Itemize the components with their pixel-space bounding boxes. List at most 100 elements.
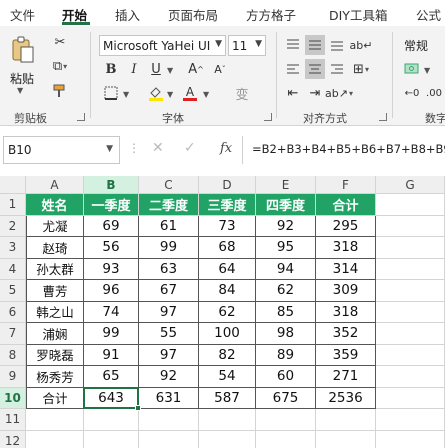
cell-D7[interactable]: 100	[199, 323, 256, 345]
cell-A8[interactable]: 罗晓磊	[26, 344, 84, 366]
row-header-10[interactable]: 10	[0, 387, 26, 409]
cell-A11[interactable]	[26, 409, 84, 431]
cell-E9[interactable]: 60	[256, 366, 316, 388]
cell-F6[interactable]: 318	[316, 301, 376, 323]
grow-font-button[interactable]: A ^	[186, 59, 206, 79]
cell-E3[interactable]: 95	[256, 237, 316, 259]
copy-icon[interactable]: ⧉ ▾	[50, 56, 70, 76]
font-color-icon[interactable]: A	[180, 83, 200, 103]
cell-F4[interactable]: 314	[316, 258, 376, 280]
cell-D2[interactable]: 73	[199, 215, 256, 237]
cell-C11[interactable]	[139, 409, 199, 431]
cell-C4[interactable]: 63	[139, 258, 199, 280]
cell-A4[interactable]: 孙太群	[26, 258, 84, 280]
fill-color-dropdown-icon[interactable]: ▼	[167, 90, 173, 99]
cell-F3[interactable]: 318	[316, 237, 376, 259]
row-header-1[interactable]: 1	[0, 194, 26, 216]
cell-B10[interactable]: 643	[84, 387, 139, 409]
cell-A6[interactable]: 韩之山	[26, 301, 84, 323]
formula-input[interactable]: =B2+B3+B4+B5+B6+B7+B8+B9	[252, 142, 445, 156]
cell-G3[interactable]	[376, 237, 445, 259]
borders-icon[interactable]	[101, 83, 121, 103]
cell-G4[interactable]	[376, 258, 445, 280]
cell-G6[interactable]	[376, 301, 445, 323]
cell-F10[interactable]: 2536	[316, 387, 376, 409]
paste-button[interactable]	[8, 32, 38, 68]
enter-icon[interactable]: ✓	[184, 140, 196, 156]
cell-C5[interactable]: 67	[139, 280, 199, 302]
cell-D12[interactable]	[199, 430, 256, 448]
borders-dropdown-icon[interactable]: ▼	[123, 90, 129, 99]
tab-page-layout[interactable]: 页面布局	[168, 5, 218, 24]
font-launcher-icon[interactable]	[264, 113, 272, 121]
cell-E10[interactable]: 675	[256, 387, 316, 409]
cell-G1[interactable]	[376, 194, 445, 216]
cell-G9[interactable]	[376, 366, 445, 388]
cell-A12[interactable]	[26, 430, 84, 448]
cell-A7[interactable]: 浦娴	[26, 323, 84, 345]
cell-B6[interactable]: 74	[84, 301, 139, 323]
row-header-8[interactable]: 8	[0, 344, 26, 366]
cell-E12[interactable]	[256, 430, 316, 448]
cell-E7[interactable]: 98	[256, 323, 316, 345]
row-header-11[interactable]: 11	[0, 409, 26, 431]
paste-dropdown-icon[interactable]: ▼	[17, 86, 23, 95]
cell-F8[interactable]: 359	[316, 344, 376, 366]
cell-F9[interactable]: 271	[316, 366, 376, 388]
row-header-7[interactable]: 7	[0, 323, 26, 345]
phonetic-icon[interactable]: 变	[232, 83, 252, 103]
cell-C6[interactable]: 97	[139, 301, 199, 323]
cell-G8[interactable]	[376, 344, 445, 366]
column-header-d[interactable]: D	[199, 176, 256, 194]
cut-icon[interactable]: ✂	[50, 32, 70, 52]
tab-file[interactable]: 文件	[10, 5, 35, 24]
cell-C8[interactable]: 97	[139, 344, 199, 366]
cell-G11[interactable]	[376, 409, 445, 431]
wrap-text-icon[interactable]: ab↵	[350, 35, 373, 55]
cell-F11[interactable]	[316, 409, 376, 431]
merge-center-icon[interactable]: ⊞ ▾	[351, 59, 371, 79]
cell-C9[interactable]: 92	[139, 366, 199, 388]
cell-B3[interactable]: 56	[84, 237, 139, 259]
cell-G7[interactable]	[376, 323, 445, 345]
cell-B9[interactable]: 65	[84, 366, 139, 388]
cell-A2[interactable]: 尤凝	[26, 215, 84, 237]
cell-E2[interactable]: 92	[256, 215, 316, 237]
cell-C12[interactable]	[139, 430, 199, 448]
cell-F12[interactable]	[316, 430, 376, 448]
alignment-launcher-icon[interactable]	[379, 113, 387, 121]
cell-A9[interactable]: 杨秀芳	[26, 366, 84, 388]
row-header-12[interactable]: 12	[0, 430, 26, 448]
italic-button[interactable]: I	[124, 59, 144, 79]
format-painter-icon[interactable]	[50, 81, 70, 101]
row-header-9[interactable]: 9	[0, 366, 26, 388]
table-header-cell[interactable]: 二季度	[139, 194, 199, 216]
cell-B8[interactable]: 91	[84, 344, 139, 366]
cell-B2[interactable]: 69	[84, 215, 139, 237]
align-bottom-icon[interactable]	[327, 35, 347, 55]
fill-color-icon[interactable]	[146, 83, 166, 103]
align-left-icon[interactable]	[283, 59, 303, 79]
orientation-icon[interactable]: ab↗ ▾	[325, 83, 353, 103]
cell-D5[interactable]: 84	[199, 280, 256, 302]
number-format-select[interactable]: 常规	[400, 35, 445, 56]
clipboard-launcher-icon[interactable]	[77, 113, 85, 121]
cell-C10[interactable]: 631	[139, 387, 199, 409]
cell-D10[interactable]: 587	[199, 387, 256, 409]
cell-F5[interactable]: 309	[316, 280, 376, 302]
tab-formulas[interactable]: 公式	[416, 5, 441, 24]
increase-decimal-icon[interactable]: ←0	[402, 83, 422, 103]
cell-G10[interactable]	[376, 387, 445, 409]
decrease-decimal-icon[interactable]: .00	[424, 83, 444, 103]
accounting-format-icon[interactable]	[402, 59, 422, 79]
column-header-g[interactable]: G	[376, 176, 445, 194]
align-right-icon[interactable]	[327, 59, 347, 79]
cell-D4[interactable]: 64	[199, 258, 256, 280]
bold-button[interactable]: B	[101, 59, 121, 79]
cell-E4[interactable]: 94	[256, 258, 316, 280]
table-header-cell[interactable]: 三季度	[199, 194, 256, 216]
cell-G5[interactable]	[376, 280, 445, 302]
column-header-b[interactable]: B	[84, 176, 139, 194]
cell-B5[interactable]: 96	[84, 280, 139, 302]
table-header-cell[interactable]: 一季度	[84, 194, 139, 216]
